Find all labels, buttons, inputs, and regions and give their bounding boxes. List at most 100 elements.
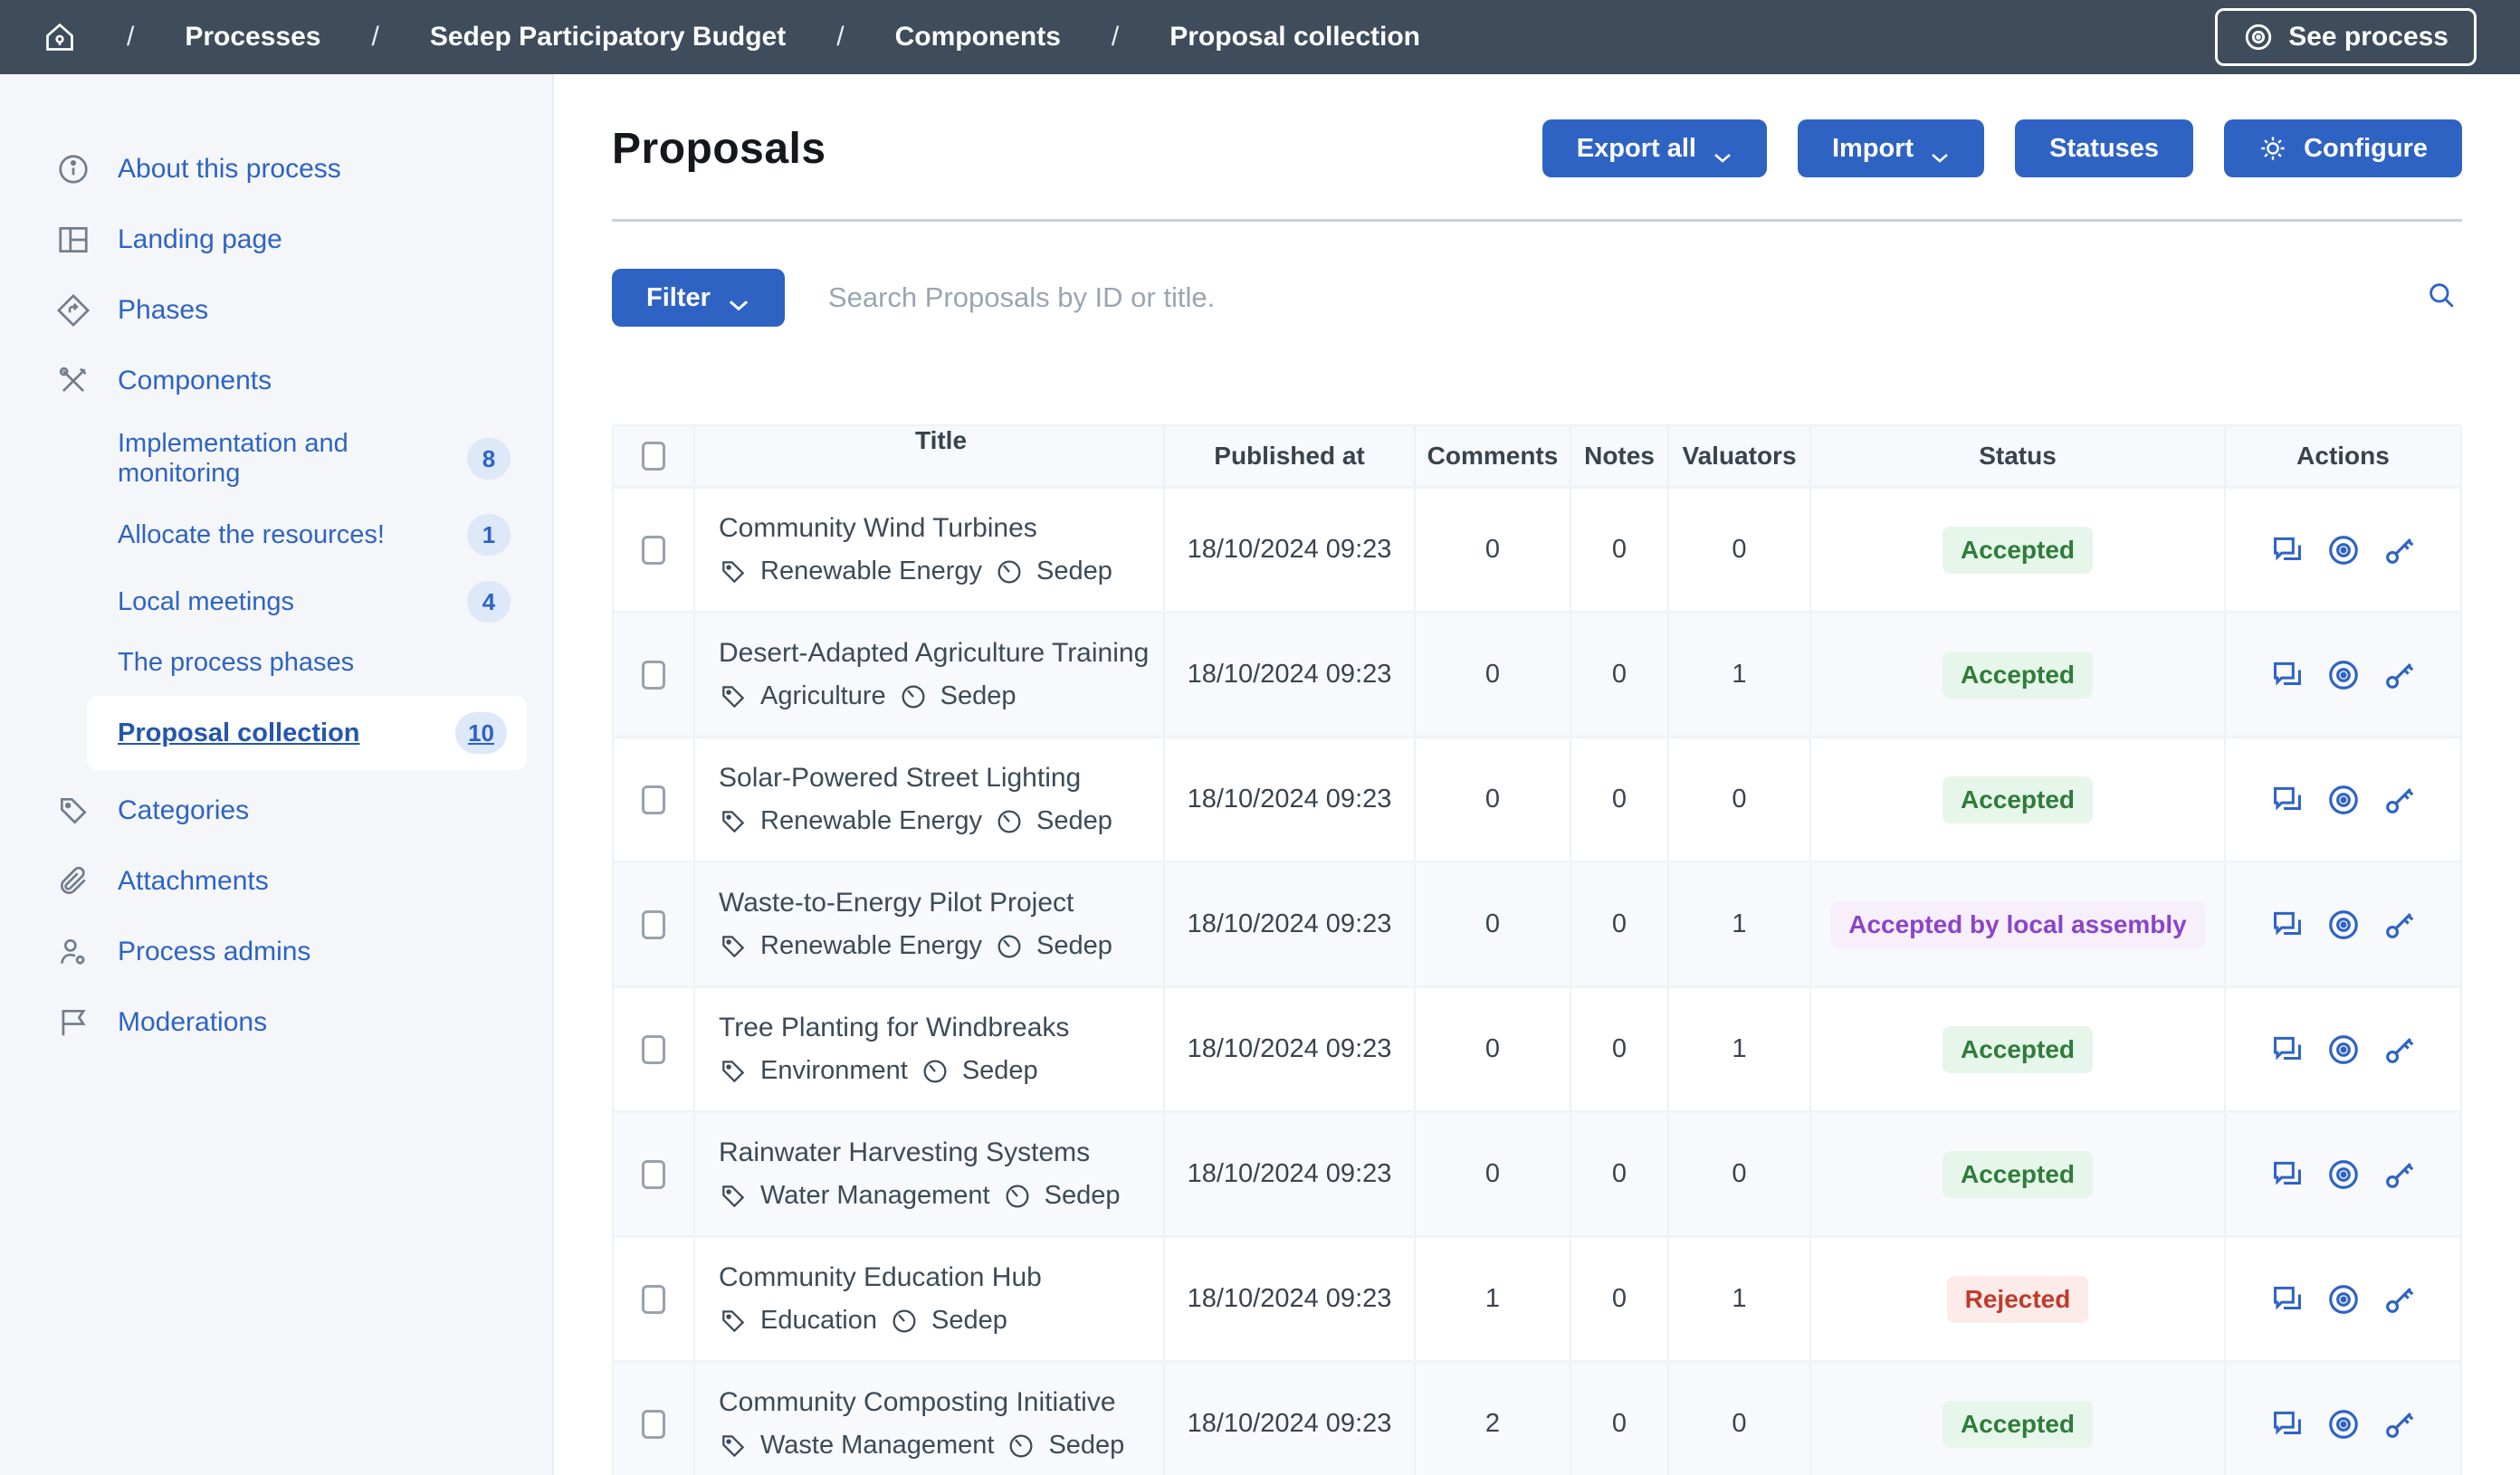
- proposal-title-link[interactable]: Rainwater Harvesting Systems: [719, 1137, 1090, 1168]
- sidebar-item-attachments[interactable]: Attachments: [0, 846, 552, 917]
- permissions-key-icon[interactable]: [2382, 908, 2417, 942]
- see-process-button[interactable]: See process: [2215, 8, 2477, 66]
- published-at-cell: 18/10/2024 09:23: [1165, 1363, 1416, 1475]
- sidebar: About this process Landing page Phases: [0, 74, 554, 1475]
- user-gear-icon: [56, 935, 91, 969]
- row-checkbox[interactable]: [642, 1035, 665, 1064]
- sidebar-item-label: About this process: [118, 154, 341, 185]
- configure-button[interactable]: Configure: [2224, 119, 2462, 177]
- status-badge: Accepted: [1942, 527, 2093, 574]
- breadcrumb-components[interactable]: Components: [895, 22, 1061, 52]
- breadcrumb-process-name[interactable]: Sedep Participatory Budget: [430, 22, 786, 52]
- category-label: Education: [760, 1306, 877, 1336]
- row-checkbox[interactable]: [642, 1160, 665, 1189]
- answer-proposal-icon[interactable]: [2270, 658, 2305, 692]
- preview-icon[interactable]: [2326, 1407, 2361, 1442]
- table-row: Waste-to-Energy Pilot Project Renewable …: [614, 861, 2460, 985]
- statuses-button[interactable]: Statuses: [2015, 119, 2193, 177]
- preview-icon[interactable]: [2326, 1032, 2361, 1067]
- proposal-meta: Waste Management Sedep: [719, 1431, 1124, 1461]
- answer-proposal-icon[interactable]: [2270, 908, 2305, 942]
- table-row: Community Composting Initiative Waste Ma…: [614, 1360, 2460, 1475]
- row-checkbox[interactable]: [642, 1285, 665, 1314]
- sidebar-item-allocate-resources[interactable]: Allocate the resources! 1: [0, 501, 552, 568]
- main-content: Proposals Export all Import Statuses: [554, 74, 2520, 1475]
- sidebar-item-label: Proposal collection: [118, 718, 455, 748]
- answer-proposal-icon[interactable]: [2270, 533, 2305, 567]
- sidebar-item-implementation-monitoring[interactable]: Implementation and monitoring 8: [0, 416, 552, 501]
- permissions-key-icon[interactable]: [2382, 1407, 2417, 1442]
- answer-proposal-icon[interactable]: [2270, 1282, 2305, 1317]
- preview-icon[interactable]: [2326, 783, 2361, 817]
- notes-cell: 0: [1571, 489, 1669, 611]
- import-button[interactable]: Import: [1798, 119, 1984, 177]
- permissions-key-icon[interactable]: [2382, 1282, 2417, 1317]
- count-badge: 8: [467, 438, 511, 480]
- search-button[interactable]: [2420, 277, 2462, 319]
- sidebar-item-moderations[interactable]: Moderations: [0, 987, 552, 1058]
- sidebar-item-label: Process admins: [118, 937, 310, 967]
- permissions-key-icon[interactable]: [2382, 1032, 2417, 1067]
- proposal-title-link[interactable]: Solar-Powered Street Lighting: [719, 763, 1081, 794]
- status-badge: Accepted: [1942, 1026, 2093, 1073]
- proposal-title-link[interactable]: Desert-Adapted Agriculture Training: [719, 638, 1149, 669]
- row-checkbox[interactable]: [642, 785, 665, 814]
- category-label: Agriculture: [760, 681, 886, 711]
- search-input[interactable]: [828, 281, 2377, 314]
- status-badge: Accepted: [1942, 1401, 2093, 1448]
- preview-icon[interactable]: [2326, 658, 2361, 692]
- row-checkbox[interactable]: [642, 910, 665, 939]
- scope-icon: [1003, 1182, 1032, 1211]
- row-actions: [2270, 533, 2417, 567]
- proposal-title-link[interactable]: Tree Planting for Windbreaks: [719, 1013, 1069, 1043]
- sidebar-item-components[interactable]: Components: [0, 346, 552, 416]
- preview-icon[interactable]: [2326, 533, 2361, 567]
- home-icon[interactable]: [43, 21, 76, 53]
- sidebar-item-about[interactable]: About this process: [0, 134, 552, 205]
- proposal-title-link[interactable]: Community Wind Turbines: [719, 513, 1037, 544]
- sidebar-item-proposal-collection[interactable]: Proposal collection 10: [87, 696, 527, 770]
- preview-icon[interactable]: [2326, 1157, 2361, 1192]
- sidebar-item-phases[interactable]: Phases: [0, 275, 552, 346]
- answer-proposal-icon[interactable]: [2270, 1032, 2305, 1067]
- scope-label: Sedep: [1048, 1431, 1124, 1461]
- answer-proposal-icon[interactable]: [2270, 1407, 2305, 1442]
- sidebar-item-process-admins[interactable]: Process admins: [0, 917, 552, 987]
- column-published-at: Published at: [1214, 442, 1364, 471]
- landing-page-icon: [56, 223, 91, 257]
- notes-cell: 0: [1571, 738, 1669, 861]
- proposal-title-link[interactable]: Waste-to-Energy Pilot Project: [719, 888, 1074, 918]
- scope-icon: [995, 932, 1024, 961]
- permissions-key-icon[interactable]: [2382, 658, 2417, 692]
- sidebar-item-local-meetings[interactable]: Local meetings 4: [0, 568, 552, 635]
- proposal-meta: Education Sedep: [719, 1306, 1007, 1336]
- category-label: Renewable Energy: [760, 806, 982, 836]
- proposal-title-link[interactable]: Community Education Hub: [719, 1262, 1042, 1293]
- permissions-key-icon[interactable]: [2382, 1157, 2417, 1192]
- valuators-cell: 1: [1669, 863, 1811, 985]
- scope-label: Sedep: [1036, 931, 1112, 961]
- proposal-meta: Agriculture Sedep: [719, 681, 1016, 711]
- sidebar-item-categories[interactable]: Categories: [0, 776, 552, 846]
- preview-icon[interactable]: [2326, 908, 2361, 942]
- notes-cell: 0: [1571, 863, 1669, 985]
- filter-button[interactable]: Filter: [612, 269, 785, 327]
- answer-proposal-icon[interactable]: [2270, 783, 2305, 817]
- proposal-title-link[interactable]: Community Composting Initiative: [719, 1387, 1116, 1418]
- permissions-key-icon[interactable]: [2382, 783, 2417, 817]
- preview-icon[interactable]: [2326, 1282, 2361, 1317]
- comments-cell: 0: [1416, 1113, 1571, 1235]
- proposal-meta: Environment Sedep: [719, 1056, 1038, 1086]
- breadcrumb-processes[interactable]: Processes: [185, 22, 320, 52]
- permissions-key-icon[interactable]: [2382, 533, 2417, 567]
- row-checkbox[interactable]: [642, 1410, 665, 1439]
- answer-proposal-icon[interactable]: [2270, 1157, 2305, 1192]
- chevron-down-icon: [727, 290, 750, 305]
- sidebar-item-label: Local meetings: [118, 587, 467, 617]
- export-all-button[interactable]: Export all: [1542, 119, 1767, 177]
- select-all-checkbox[interactable]: [642, 442, 665, 471]
- sidebar-item-process-phases[interactable]: The process phases: [0, 635, 552, 690]
- sidebar-item-landing-page[interactable]: Landing page: [0, 205, 552, 275]
- row-checkbox[interactable]: [642, 661, 665, 690]
- row-checkbox[interactable]: [642, 536, 665, 565]
